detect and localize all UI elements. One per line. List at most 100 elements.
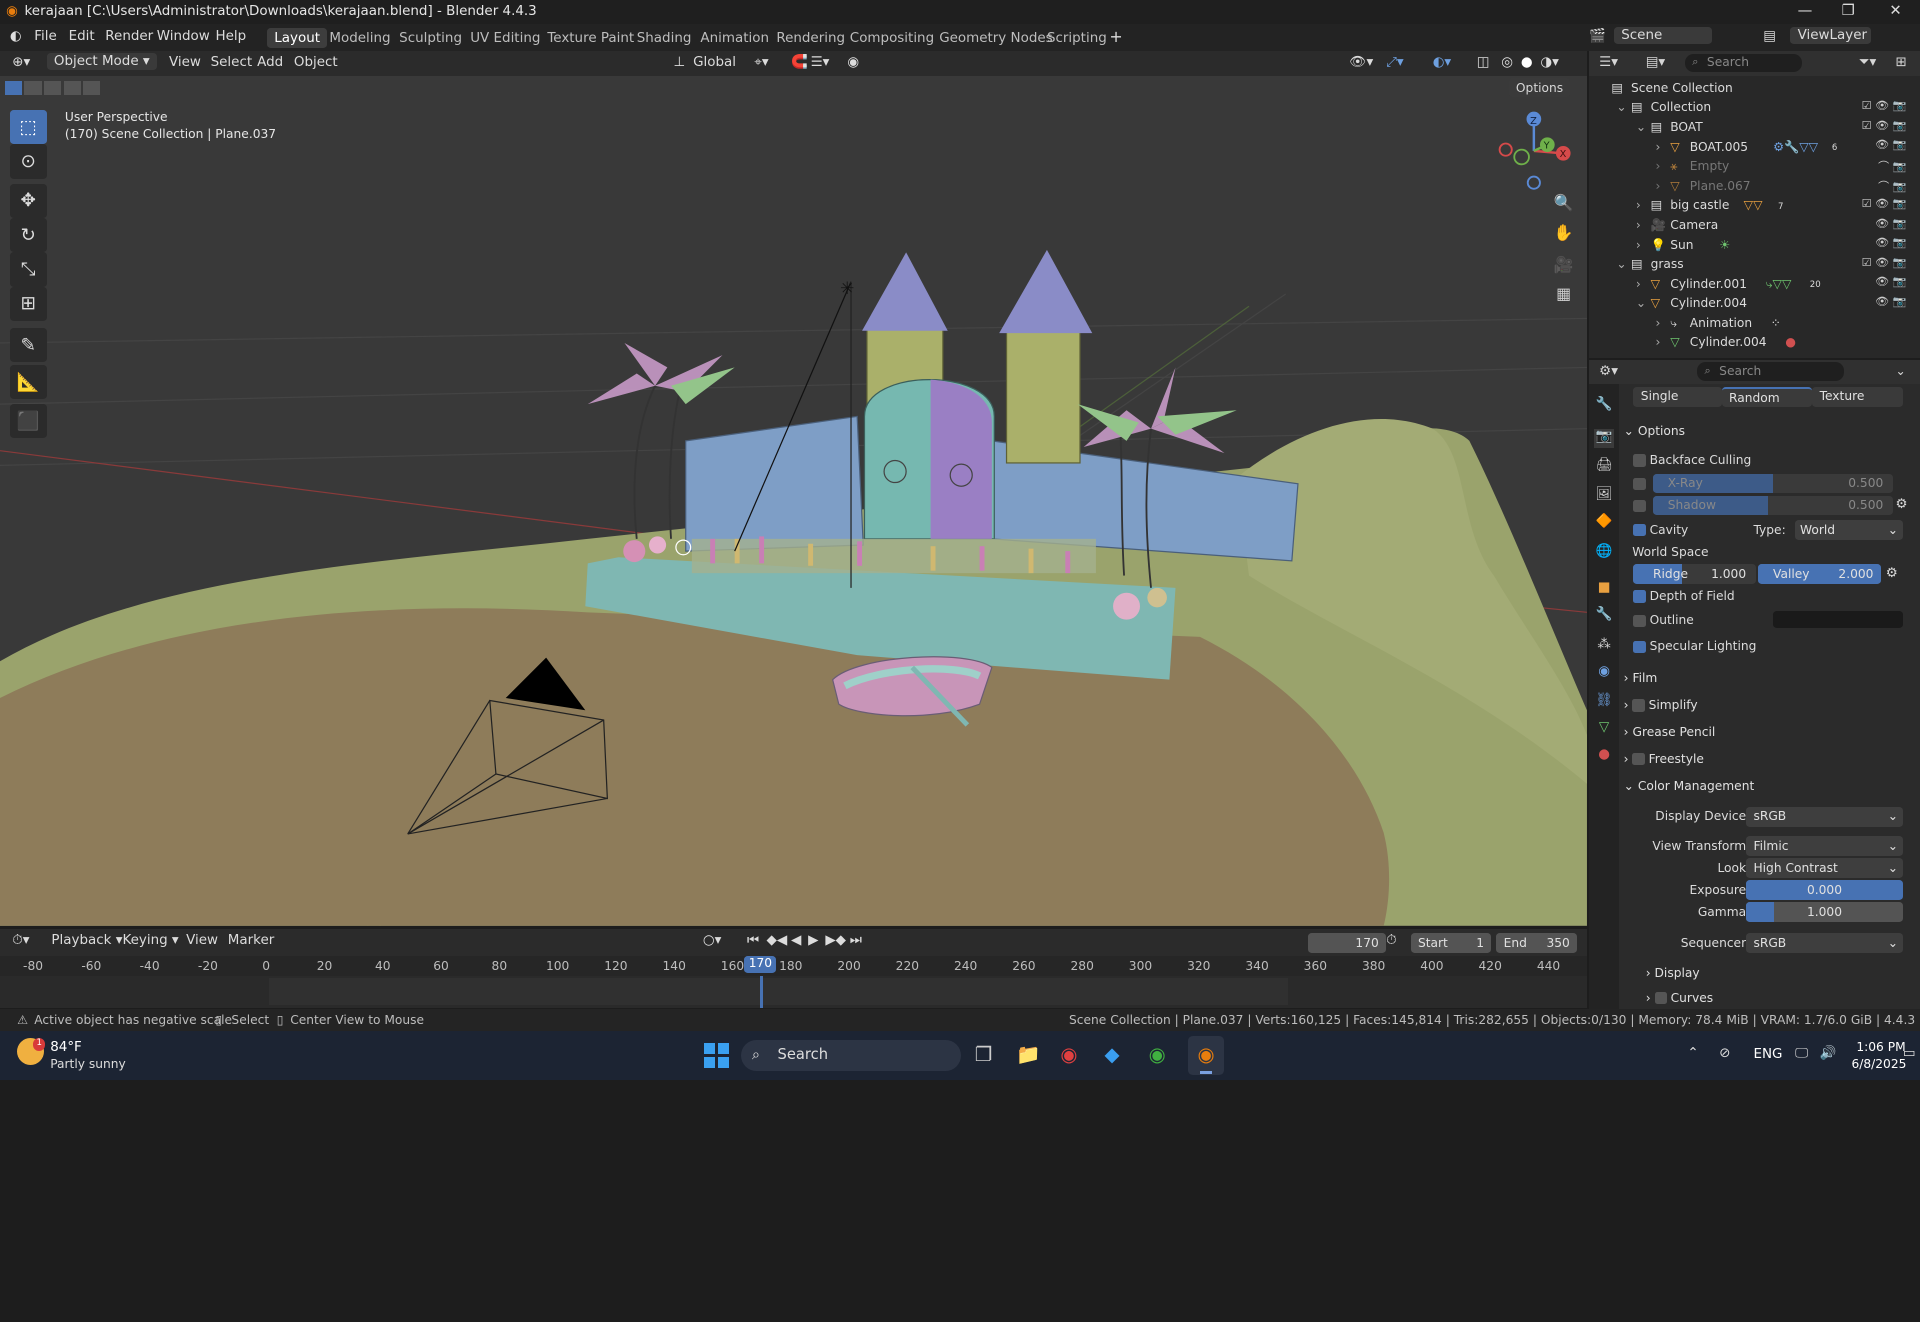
next-keyframe-icon[interactable]: ▶◆ (825, 933, 846, 948)
cursor-tool-icon[interactable]: ⊙ (9, 144, 47, 179)
outliner-row-boat[interactable]: ⌄ ▤ BOAT ☑👁📷 (1589, 118, 1920, 138)
visibility-toggles-icon[interactable]: ⌒📷 (1878, 158, 1910, 174)
add-workspace-icon[interactable]: + (1109, 27, 1122, 46)
render-tab-icon[interactable]: 📷 (1594, 428, 1614, 449)
physics-tab-icon[interactable]: ◉ (1594, 664, 1614, 684)
playback-menu[interactable]: Playback ▾ (51, 933, 122, 948)
scale-tool-icon[interactable]: ⤡ (9, 252, 47, 287)
expand-chevron-icon[interactable]: ⌄ (1636, 120, 1646, 134)
object-tab-icon[interactable]: ■ (1594, 580, 1614, 600)
display-device-select[interactable]: sRGB ⌄ (1746, 806, 1903, 827)
expand-chevron-icon[interactable]: › (1656, 140, 1661, 154)
measure-tool-icon[interactable]: 📐 (9, 364, 47, 400)
rotate-tool-icon[interactable]: ↻ (9, 217, 47, 253)
simplify-checkbox[interactable] (1632, 699, 1645, 712)
curves-checkbox[interactable] (1654, 991, 1667, 1005)
zoom-icon[interactable]: 🔍 (1550, 193, 1577, 220)
tab-sculpting[interactable]: Sculpting (399, 31, 462, 46)
tab-layout[interactable]: Layout (266, 28, 328, 49)
expand-chevron-icon[interactable]: › (1656, 159, 1661, 173)
gear-icon[interactable]: ⚙ (1896, 497, 1908, 512)
expand-chevron-icon[interactable]: ⌄ (1636, 296, 1646, 310)
visibility-toggles-icon[interactable]: ☑👁📷 (1862, 99, 1911, 112)
freestyle-checkbox[interactable] (1632, 753, 1645, 766)
shadow-checkbox[interactable] (1633, 499, 1646, 512)
select-subtract-icon[interactable] (44, 80, 62, 96)
restore-button[interactable]: ❐ (1842, 2, 1855, 19)
tab-scripting[interactable]: Scripting (1047, 31, 1107, 46)
modifier-tab-icon[interactable]: 🔧 (1594, 607, 1614, 627)
expand-chevron-icon[interactable]: › (1636, 198, 1641, 212)
monitor-icon[interactable]: 🖵 (1795, 1046, 1808, 1061)
windows-start-icon[interactable] (704, 1043, 729, 1068)
outliner-row-plane-067[interactable]: › ▽ Plane.067 ⌒📷 (1589, 176, 1920, 196)
menu-window[interactable]: Window (157, 29, 210, 44)
simplify-panel-header[interactable]: › Simplify (1624, 698, 1915, 712)
outliner-row-cylinder-004-mesh[interactable]: › ▽ Cylinder.004 ● (1589, 333, 1920, 353)
visibility-toggles-icon[interactable]: 👁📷 (1875, 217, 1910, 230)
display-subpanel-header[interactable]: › Display (1646, 966, 1920, 980)
material-shading-icon[interactable]: ◑▾ (1540, 55, 1559, 70)
blender-menu-icon[interactable]: ◐ (10, 29, 22, 44)
options-dropdown[interactable]: Options (1508, 78, 1571, 98)
expand-chevron-icon[interactable]: › (1656, 179, 1661, 193)
move-tool-icon[interactable]: ✥ (9, 183, 47, 218)
exposure-slider[interactable]: 0.000 (1746, 880, 1903, 900)
timeline-editor-icon[interactable]: ⏱▾ (12, 933, 29, 948)
minimize-button[interactable]: — (1798, 2, 1813, 19)
ridge-slider[interactable]: Ridge 1.000 (1633, 564, 1756, 585)
constraints-tab-icon[interactable]: ⛓ (1594, 693, 1614, 713)
tab-geometry-nodes[interactable]: Geometry Nodes (939, 31, 1052, 46)
visibility-toggles-icon[interactable]: ⌒📷 (1878, 178, 1910, 194)
marker-menu[interactable]: Marker (228, 933, 275, 948)
dof-row[interactable]: Depth of Field (1624, 589, 1915, 603)
proportional-edit-icon[interactable]: ◉ (847, 55, 859, 70)
menu-edit[interactable]: Edit (69, 29, 95, 44)
tab-texture-paint[interactable]: Texture Paint (547, 31, 634, 46)
select-intersect-icon[interactable] (83, 80, 101, 96)
outliner-row-big-castle[interactable]: › ▤ big castle ▽▽ 7 ☑👁📷 (1589, 196, 1920, 216)
specular-checkbox[interactable] (1633, 640, 1646, 653)
jump-end-icon[interactable]: ⏭ (850, 933, 862, 948)
chrome-profile-icon[interactable]: ◉ (1060, 1043, 1077, 1066)
outliner-row-cylinder-004[interactable]: ⌄ ▽ Cylinder.004 👁📷 (1589, 294, 1920, 314)
outliner-row-empty[interactable]: › ⚹ Empty ⌒📷 (1589, 157, 1920, 177)
filter-icon[interactable]: ⏷▾ (1859, 55, 1877, 70)
camera-view-icon[interactable]: 🎥 (1550, 255, 1577, 282)
expand-chevron-icon[interactable]: › (1636, 277, 1641, 291)
outliner-row-grass[interactable]: ⌄ ▤ grass ☑👁📷 (1589, 255, 1920, 275)
expand-chevron-icon[interactable]: › (1656, 316, 1661, 330)
tab-texture[interactable]: Texture (1812, 386, 1903, 407)
network-icon[interactable]: ⊘ (1719, 1046, 1730, 1061)
transform-tool-icon[interactable]: ⊞ (9, 286, 47, 321)
select-extend-icon[interactable] (24, 80, 42, 96)
menu-add[interactable]: Add (257, 55, 283, 70)
select-invert-icon[interactable] (63, 80, 81, 96)
play-icon[interactable]: ▶ (808, 933, 818, 948)
expand-chevron-icon[interactable]: › (1636, 238, 1641, 252)
visibility-toggles-icon[interactable]: 👁📷 (1875, 236, 1910, 249)
xray-slider[interactable]: X-Ray 0.500 (1653, 473, 1894, 494)
menu-object[interactable]: Object (294, 55, 338, 70)
visibility-toggles-icon[interactable]: ☑👁📷 (1862, 119, 1911, 132)
overlay-toggle-icon[interactable]: ◐▾ (1433, 55, 1452, 70)
new-collection-icon[interactable]: ⊞ (1896, 55, 1907, 70)
chevron-down-icon[interactable]: ⌄ (1896, 364, 1906, 378)
tab-uv-editing[interactable]: UV Editing (470, 31, 540, 46)
gizmo-neg-z-axis[interactable] (1527, 175, 1542, 190)
tab-animation[interactable]: Animation (700, 31, 769, 46)
expand-chevron-icon[interactable]: ⌄ (1616, 100, 1626, 114)
3d-viewport[interactable]: ✳ User Perspective (170) Scene Collectio… (0, 75, 1587, 926)
scene-tab-icon[interactable]: 🔶 (1594, 514, 1614, 534)
cavity-checkbox[interactable] (1633, 524, 1646, 537)
solid-shading-icon[interactable]: ● (1521, 55, 1533, 70)
record-icon[interactable]: ○▾ (703, 933, 722, 948)
weather-temp[interactable]: 84°F (50, 1040, 82, 1055)
snap-target-icon[interactable]: ☰▾ (811, 55, 830, 70)
chrome-icon[interactable]: ◉ (1149, 1043, 1166, 1066)
language-indicator[interactable]: ENG (1753, 1047, 1782, 1062)
blender-taskbar-button[interactable]: ◉ (1187, 1035, 1225, 1076)
notification-icon[interactable]: ▭ (1903, 1046, 1916, 1061)
pan-hand-icon[interactable]: ✋ (1550, 223, 1577, 250)
xray-checkbox[interactable] (1633, 477, 1646, 490)
